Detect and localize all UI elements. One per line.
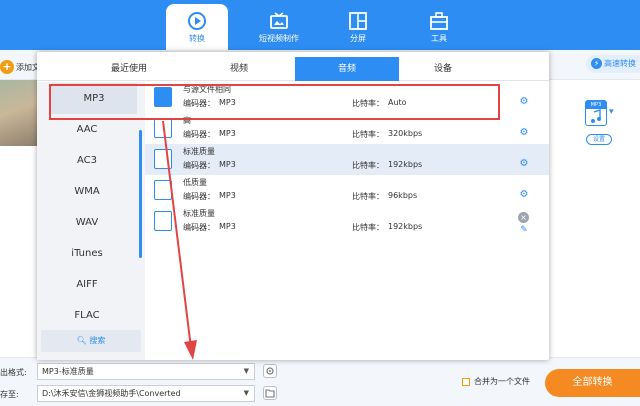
nav-tools[interactable]: 工具	[408, 4, 470, 50]
settings-button[interactable]: 设置	[586, 134, 612, 145]
search-button[interactable]: 🔍︎ 搜索	[41, 330, 141, 352]
nav-split-screen[interactable]: 分屏	[327, 4, 389, 50]
format-item-wma[interactable]: WMA	[37, 176, 137, 207]
preset-name: 低质量	[183, 178, 207, 187]
folder-icon	[265, 389, 275, 398]
preset-quality-icon	[154, 118, 172, 138]
bitrate-value: 192kbps	[388, 222, 423, 231]
chevron-down-icon[interactable]: ▾	[609, 107, 614, 117]
music-note-icon	[591, 109, 601, 123]
plus-icon: +	[0, 60, 14, 74]
search-icon: 🔍︎	[76, 336, 87, 345]
output-format-badge[interactable]: MP3	[585, 100, 607, 126]
encoder-label: 编码器：	[183, 161, 215, 170]
bitrate-label: 比特率：	[352, 223, 384, 232]
encoder-value: MP3	[219, 129, 236, 138]
caret-down-icon: ▼	[243, 389, 249, 397]
preset-quality-icon	[154, 180, 172, 200]
add-file-button[interactable]: + 添加文	[0, 60, 40, 74]
gear-icon[interactable]: ⚙	[518, 189, 530, 201]
lightning-icon: ⚡	[591, 58, 602, 69]
preset-row-standard[interactable]: 标准质量 编码器： MP3 比特率： 192kbps ⚙	[145, 144, 549, 175]
delete-icon[interactable]: ×	[518, 212, 529, 223]
format-settings-button[interactable]	[263, 364, 277, 378]
nav-convert-label: 转换	[189, 34, 205, 43]
bitrate-label: 比特率：	[352, 161, 384, 170]
output-format-select[interactable]: MP3-标准质量 ▼	[37, 363, 255, 380]
preset-name: 标准质量	[183, 147, 215, 156]
bitrate-label: 比特率：	[352, 130, 384, 139]
format-item-aiff[interactable]: AIFF	[37, 269, 137, 300]
bitrate-label: 比特率：	[352, 192, 384, 201]
format-tabs: 最近使用 视频 音频 设备	[37, 57, 549, 81]
nav-convert[interactable]: 转换	[166, 4, 228, 50]
preset-name: 标准质量	[183, 209, 215, 218]
tab-recent[interactable]: 最近使用	[95, 57, 163, 81]
tab-device[interactable]: 设备	[409, 57, 477, 81]
split-screen-icon	[349, 12, 367, 30]
preset-row-custom[interactable]: 标准质量 编码器： MP3 比特率： 192kbps × ✎	[145, 206, 549, 237]
tab-video[interactable]: 视频	[205, 57, 273, 81]
gear-icon	[266, 367, 274, 375]
open-folder-button[interactable]	[263, 386, 277, 400]
merge-checkbox[interactable]	[462, 377, 470, 386]
encoder-value: MP3	[219, 222, 236, 231]
format-item-wav[interactable]: WAV	[37, 207, 137, 238]
search-label: 搜索	[89, 336, 106, 345]
format-item-ac3[interactable]: AC3	[37, 145, 137, 176]
caret-down-icon: ▼	[243, 367, 249, 375]
gear-icon[interactable]: ⚙	[518, 127, 530, 139]
encoder-label: 编码器：	[183, 223, 215, 232]
toolbox-icon	[430, 12, 448, 30]
encoder-value: MP3	[219, 160, 236, 169]
merge-option[interactable]: 合并为一个文件	[462, 376, 530, 387]
gear-icon[interactable]: ⚙	[518, 96, 530, 108]
nav-tools-label: 工具	[431, 34, 447, 43]
tv-icon	[270, 12, 288, 29]
encoder-label: 编码器：	[183, 130, 215, 139]
format-item-itunes[interactable]: iTunes	[37, 238, 137, 269]
fast-convert-label: 高速转换	[604, 59, 636, 68]
gear-icon[interactable]: ⚙	[518, 158, 530, 170]
format-item-flac[interactable]: FLAC	[37, 300, 137, 331]
nav-split-screen-label: 分屏	[350, 34, 366, 43]
edit-icon[interactable]: ✎	[518, 224, 530, 236]
save-to-label: 存至:	[0, 390, 19, 399]
output-format-value: MP3-标准质量	[42, 367, 94, 376]
preset-quality-icon	[154, 149, 172, 169]
output-format-label: 出格式:	[0, 368, 27, 377]
format-badge-label: MP3	[586, 101, 606, 109]
video-thumbnail[interactable]	[0, 80, 38, 146]
tab-audio[interactable]: 音频	[295, 57, 399, 81]
bitrate-value: 320kbps	[388, 129, 423, 138]
annotation-highlight-box	[49, 84, 500, 120]
bitrate-value: 96kbps	[388, 191, 418, 200]
nav-short-video[interactable]: 短视频制作	[248, 4, 310, 50]
convert-all-button[interactable]: 全部转换	[545, 369, 640, 397]
encoder-label: 编码器：	[183, 192, 215, 201]
fast-convert-button[interactable]: ⚡ 高速转换	[586, 55, 640, 73]
merge-label: 合并为一个文件	[474, 377, 530, 386]
user-preset-icon	[154, 211, 172, 231]
encoder-value: MP3	[219, 191, 236, 200]
format-list-scrollbar[interactable]	[139, 130, 142, 258]
nav-short-video-label: 短视频制作	[259, 34, 299, 43]
top-nav-bar: 转换 短视频制作 分屏 工具	[0, 0, 640, 50]
save-path-select[interactable]: D:\沐禾安信\金狮视频助手\Converted ▼	[37, 385, 255, 402]
save-path-value: D:\沐禾安信\金狮视频助手\Converted	[42, 389, 181, 398]
convert-icon	[188, 12, 206, 30]
preset-list: 与源文件相同 编码器： MP3 比特率： Auto ⚙ 高 编码器： MP3 比…	[145, 82, 549, 360]
audio-format-list: MP3 AAC AC3 WMA WAV iTunes AIFF FLAC 🔍︎ …	[37, 82, 145, 360]
preset-row-low[interactable]: 低质量 编码器： MP3 比特率： 96kbps ⚙	[145, 175, 549, 206]
bitrate-value: 192kbps	[388, 160, 423, 169]
